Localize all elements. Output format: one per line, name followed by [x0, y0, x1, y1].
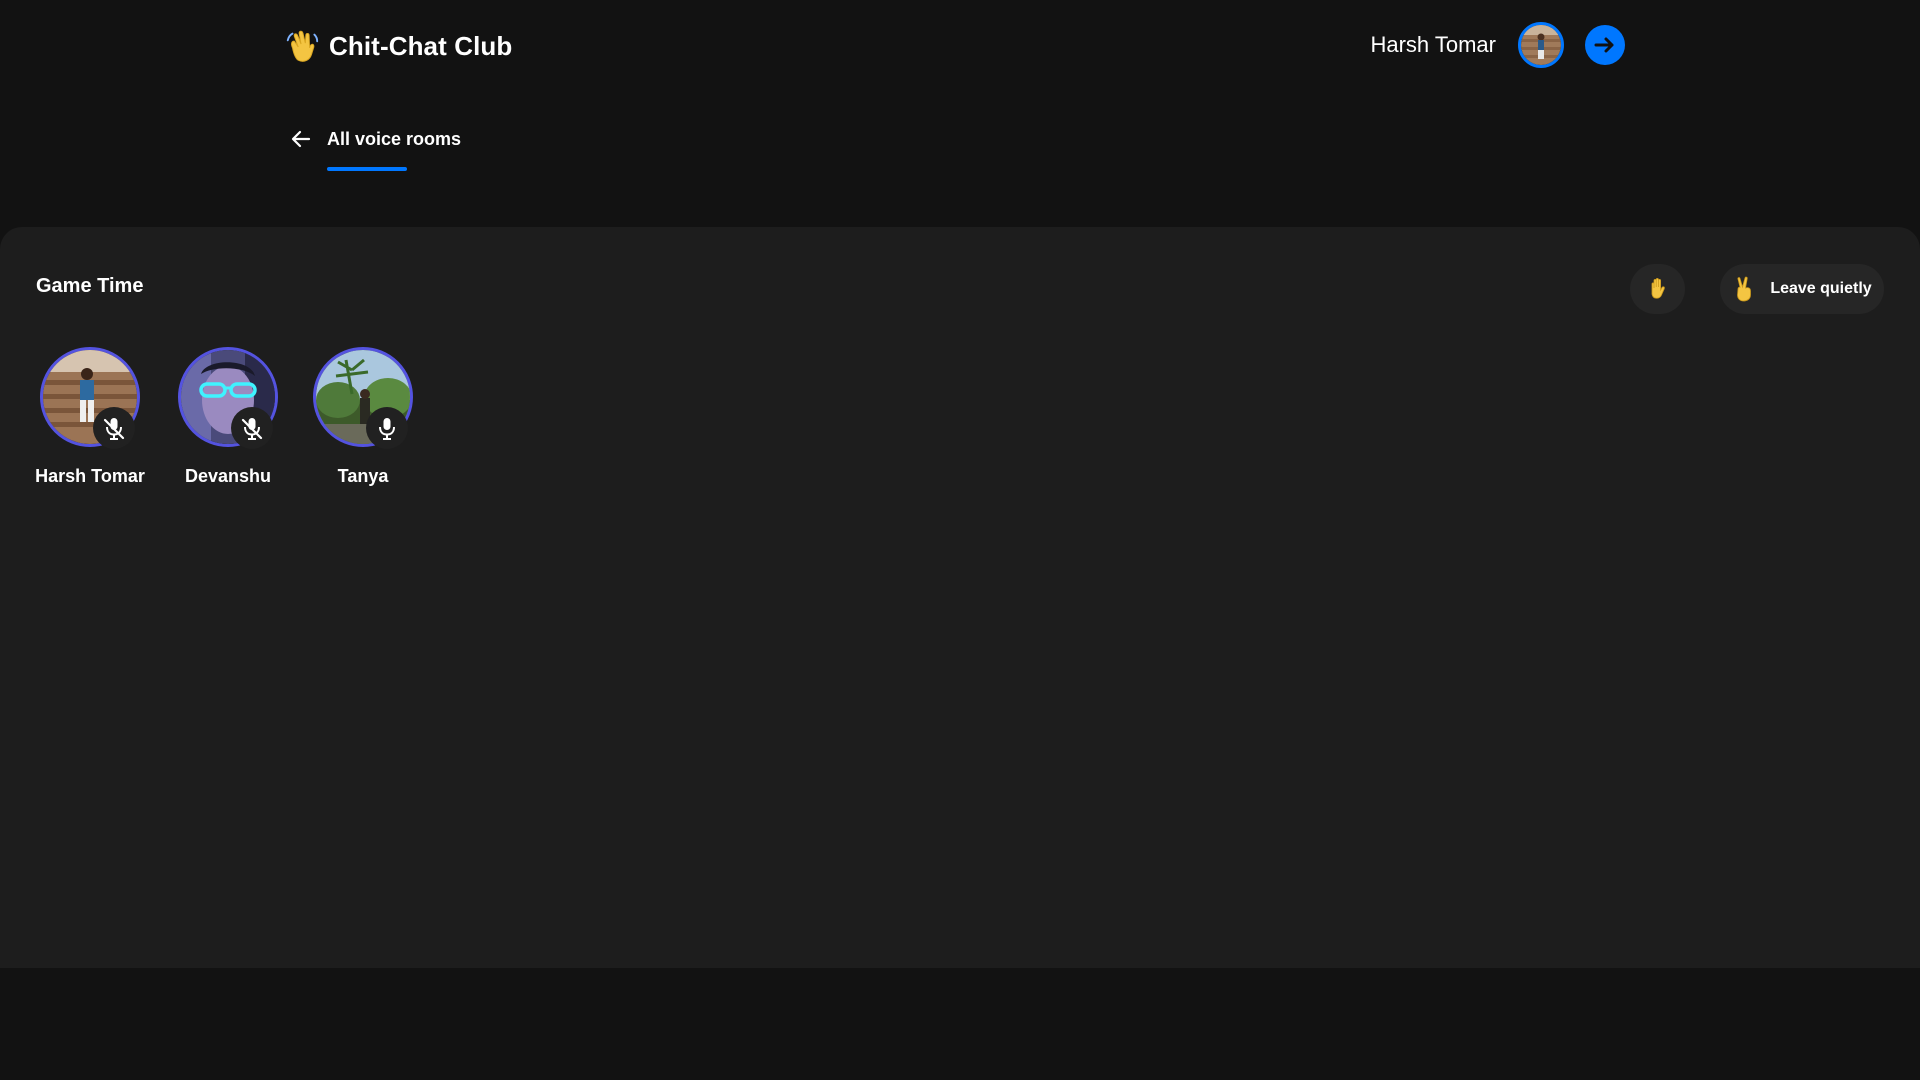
user-avatar[interactable]	[1518, 22, 1564, 68]
victory-hand-icon	[1737, 276, 1752, 302]
mic-status[interactable]	[231, 407, 273, 449]
nav-label-text: All voice rooms	[327, 128, 462, 149]
app-logo[interactable]: Chit-Chat Club	[283, 27, 512, 65]
mic-status[interactable]	[366, 407, 408, 449]
leave-quietly-button[interactable]: Leave quietly	[1720, 264, 1884, 314]
waving-hand-icon	[286, 30, 319, 62]
participant-name: Devanshu	[184, 466, 272, 486]
arrow-right-icon	[1594, 37, 1614, 53]
back-to-rooms-link[interactable]: All voice rooms	[290, 128, 462, 171]
mic-icon	[379, 418, 395, 440]
nav-active-underline	[327, 166, 407, 171]
nav-label: All voice rooms	[327, 128, 462, 171]
user-menu: Harsh Tomar	[1370, 22, 1625, 68]
mic-muted-icon	[103, 418, 125, 440]
mic-muted-icon	[241, 418, 263, 440]
room-title: Game Time	[36, 275, 144, 297]
room-panel: Game Time Leave quietly Harsh Tomar Deva…	[0, 227, 1920, 968]
logout-button[interactable]	[1585, 25, 1625, 65]
raised-hand-icon	[1651, 277, 1665, 299]
top-bar: Chit-Chat Club Harsh Tomar	[0, 0, 1920, 96]
participant-name: Tanya	[337, 466, 389, 486]
current-user-name: Harsh Tomar	[1370, 32, 1496, 57]
leave-button-label: Leave quietly	[1770, 280, 1872, 297]
arrow-left-icon[interactable]	[290, 128, 312, 150]
avatar-photo	[1521, 25, 1561, 65]
participant-name: Harsh Tomar	[35, 466, 145, 486]
app-title: Chit-Chat Club	[329, 30, 513, 61]
raise-hand-button[interactable]	[1630, 264, 1685, 314]
mic-status[interactable]	[93, 407, 135, 449]
